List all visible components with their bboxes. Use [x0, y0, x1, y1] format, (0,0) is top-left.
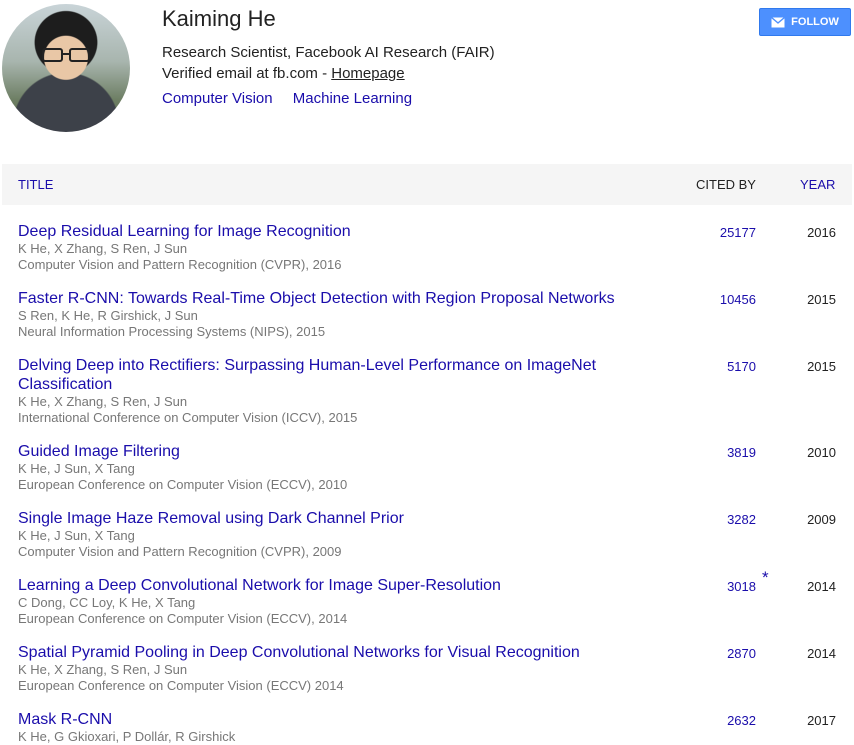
publication-authors: K He, J Sun, X Tang — [18, 528, 135, 543]
publication-authors: C Dong, CC Loy, K He, X Tang — [18, 595, 196, 610]
publication-year: 2014 — [807, 579, 836, 594]
profile-affiliation: Research Scientist, Facebook AI Research… — [162, 44, 495, 61]
publication-venue: European Conference on Computer Vision (… — [18, 477, 348, 492]
publication-year: 2009 — [807, 512, 836, 527]
verified-email: Verified email at fb.com - Homepage — [162, 65, 405, 82]
cited-by-link[interactable]: 2632 — [727, 713, 756, 728]
publication-title-link[interactable]: Spatial Pyramid Pooling in Deep Convolut… — [18, 643, 618, 662]
publication-venue: Computer Vision and Pattern Recognition … — [18, 257, 342, 272]
publication-venue: European Conference on Computer Vision (… — [18, 678, 344, 693]
cited-by-link[interactable]: 10456 — [720, 292, 756, 307]
verified-email-text: Verified email at fb.com - — [162, 65, 332, 82]
follow-button[interactable]: FOLLOW — [759, 8, 851, 36]
publication-year: 2010 — [807, 445, 836, 460]
publication-title-link[interactable]: Deep Residual Learning for Image Recogni… — [18, 222, 618, 241]
publication-authors: K He, J Sun, X Tang — [18, 461, 135, 476]
publication-year: 2015 — [807, 292, 836, 307]
publication-authors: K He, X Zhang, S Ren, J Sun — [18, 662, 188, 677]
publication-venue: Computer Vision and Pattern Recognition … — [18, 544, 342, 559]
table-header: TITLE CITED BY YEAR — [2, 164, 852, 205]
interest-computer-vision[interactable]: Computer Vision — [162, 90, 273, 107]
homepage-link[interactable]: Homepage — [331, 65, 404, 82]
profile-header: Kaiming He Research Scientist, Facebook … — [0, 0, 854, 140]
publication-authors: S Ren, K He, R Girshick, J Sun — [18, 308, 198, 323]
profile-name: Kaiming He — [162, 6, 276, 31]
publication-title-link[interactable]: Delving Deep into Rectifiers: Surpassing… — [18, 356, 618, 394]
column-year[interactable]: YEAR — [800, 177, 835, 192]
publication-year: 2015 — [807, 359, 836, 374]
cited-by-link[interactable]: 25177 — [720, 225, 756, 240]
column-cited-by: CITED BY — [696, 177, 756, 192]
publication-title-link[interactable]: Learning a Deep Convolutional Network fo… — [18, 576, 618, 595]
column-title[interactable]: TITLE — [18, 177, 53, 192]
publication-year: 2016 — [807, 225, 836, 240]
publication-year: 2014 — [807, 646, 836, 661]
publication-authors: K He, X Zhang, S Ren, J Sun — [18, 241, 188, 256]
cited-by-link[interactable]: 3819 — [727, 445, 756, 460]
publication-title-link[interactable]: Faster R-CNN: Towards Real-Time Object D… — [18, 289, 618, 308]
publication-venue: Neural Information Processing Systems (N… — [18, 324, 326, 339]
cited-by-link[interactable]: 5170 — [727, 359, 756, 374]
publication-authors: K He, G Gkioxari, P Dollár, R Girshick — [18, 729, 236, 744]
publication-title-link[interactable]: Guided Image Filtering — [18, 442, 618, 461]
publication-authors: K He, X Zhang, S Ren, J Sun — [18, 394, 188, 409]
cited-by-link[interactable]: 2870 — [727, 646, 756, 661]
interests: Computer Vision Machine Learning — [162, 90, 428, 107]
follow-label: FOLLOW — [791, 16, 839, 28]
publication-venue: International Conference on Computer Vis… — [18, 410, 358, 425]
publication-venue: European Conference on Computer Vision (… — [18, 611, 348, 626]
publication-year: 2017 — [807, 713, 836, 728]
glasses-icon — [42, 48, 90, 62]
avatar — [2, 4, 130, 132]
envelope-icon — [771, 16, 786, 27]
publication-title-link[interactable]: Single Image Haze Removal using Dark Cha… — [18, 509, 618, 528]
merged-citations-star[interactable]: * — [762, 568, 769, 588]
cited-by-link[interactable]: 3018 — [727, 579, 756, 594]
interest-machine-learning[interactable]: Machine Learning — [293, 90, 412, 107]
publication-title-link[interactable]: Mask R-CNN — [18, 710, 618, 729]
cited-by-link[interactable]: 3282 — [727, 512, 756, 527]
